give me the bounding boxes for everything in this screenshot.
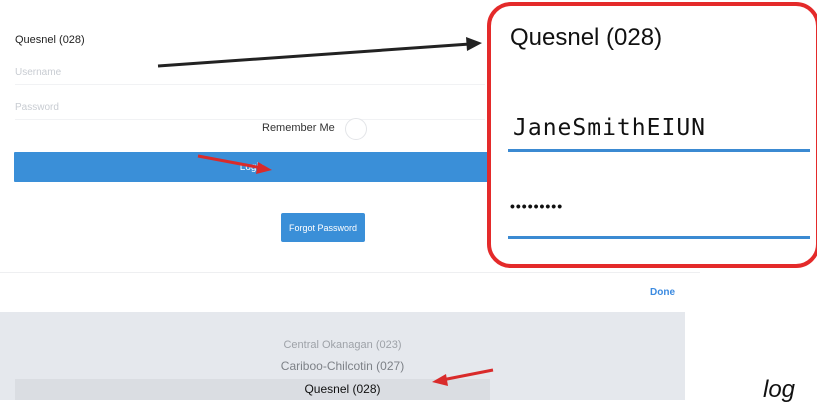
divider: [0, 272, 700, 273]
picker-item-quesnel-selected[interactable]: Quesnel (028): [0, 382, 685, 396]
callout-username-value: JaneSmithEIUN: [513, 115, 707, 141]
username-input[interactable]: [15, 63, 475, 81]
district-picker[interactable]: Central Okanagan (023) Cariboo-Chilcotin…: [0, 312, 685, 400]
password-input[interactable]: [15, 98, 475, 116]
callout-password-value: •••••••••: [510, 198, 564, 214]
callout-password-underline: [508, 236, 810, 239]
picker-item-central-okanagan[interactable]: Central Okanagan (023): [0, 339, 685, 351]
callout-username-underline: [508, 149, 810, 152]
callout-district-title: Quesnel (028): [510, 24, 663, 51]
black-arrow-icon: [157, 37, 482, 68]
remember-me-toggle[interactable]: [345, 118, 367, 140]
remember-me-label: Remember Me: [262, 122, 335, 134]
done-button[interactable]: Done: [650, 287, 675, 298]
district-label: Quesnel (028): [15, 34, 85, 46]
login-button[interactable]: Login: [14, 152, 490, 182]
username-underline: [15, 84, 485, 85]
picker-item-cariboo-chilcotin[interactable]: Cariboo-Chilcotin (027): [0, 359, 685, 373]
password-underline: [15, 119, 485, 120]
forgot-password-button[interactable]: Forgot Password: [281, 213, 365, 242]
